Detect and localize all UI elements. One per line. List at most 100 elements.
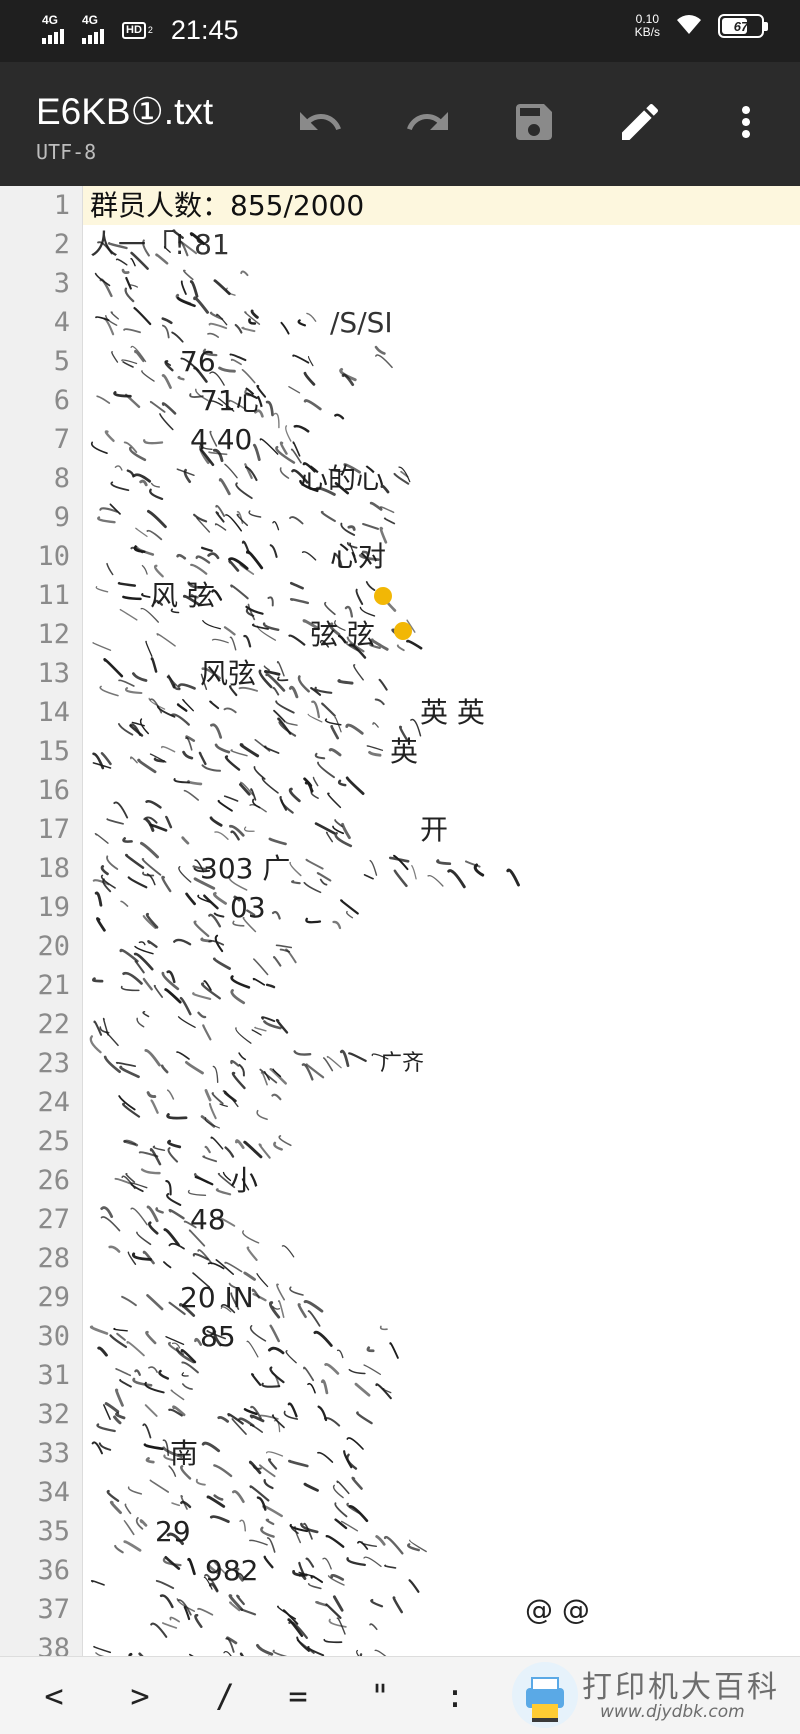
garbled-stroke	[238, 1052, 247, 1061]
line-35-text[interactable]: 29	[155, 1512, 191, 1551]
line-10-text[interactable]: 心对	[330, 537, 386, 576]
garbled-stroke	[337, 779, 347, 787]
garbled-stroke	[351, 1476, 363, 1490]
garbled-stroke	[383, 1535, 404, 1555]
garbled-stroke	[116, 1332, 126, 1341]
garbled-stroke	[307, 713, 323, 723]
garbled-stroke	[400, 470, 409, 478]
garbled-stroke	[239, 563, 255, 575]
garbled-stroke	[236, 513, 249, 527]
line-37-text[interactable]: @ @	[525, 1590, 590, 1629]
line-26-text[interactable]: 小	[230, 1161, 258, 1200]
line-29-text[interactable]: 20 IN	[180, 1278, 254, 1317]
garbled-stroke	[330, 724, 340, 740]
line-18-text[interactable]: 303 广	[200, 849, 290, 888]
garbled-stroke	[324, 601, 336, 616]
line-number: 18	[37, 853, 70, 884]
garbled-stroke	[303, 371, 316, 386]
line-17-text[interactable]: 开	[420, 810, 448, 849]
file-encoding[interactable]: UTF-8	[36, 140, 96, 164]
garbled-stroke	[115, 1368, 132, 1377]
line-13-text[interactable]: 风弦	[200, 654, 256, 693]
garbled-stroke	[164, 360, 172, 366]
garbled-stroke	[130, 345, 147, 363]
garbled-stroke	[243, 634, 252, 648]
garbled-stroke	[149, 698, 163, 714]
symbol-key[interactable]: >	[110, 1667, 170, 1725]
line-4-text[interactable]: /S/SI	[330, 303, 393, 342]
garbled-stroke	[148, 1366, 158, 1373]
symbol-key[interactable]: :	[425, 1667, 485, 1725]
garbled-stroke	[129, 1182, 148, 1189]
emoji-mark	[394, 622, 412, 640]
symbol-key[interactable]: =	[268, 1667, 328, 1725]
garbled-stroke	[345, 776, 365, 796]
line-6-text[interactable]: 71心	[200, 381, 264, 420]
garbled-stroke	[263, 665, 270, 671]
garbled-stroke	[165, 1180, 172, 1196]
garbled-stroke	[305, 1063, 325, 1079]
garbled-stroke	[348, 1368, 366, 1375]
save-button[interactable]	[502, 90, 566, 154]
garbled-stroke	[211, 638, 229, 644]
garbled-stroke	[228, 557, 249, 570]
symbol-key[interactable]: <	[24, 1667, 84, 1725]
garbled-stroke	[473, 863, 485, 877]
garbled-stroke	[121, 268, 130, 274]
garbled-stroke	[280, 799, 294, 814]
line-27-text[interactable]: 48	[190, 1200, 226, 1239]
garbled-stroke	[346, 1557, 366, 1567]
line-30-text[interactable]: 85	[200, 1317, 236, 1356]
garbled-stroke	[263, 1071, 271, 1081]
garbled-stroke	[92, 642, 112, 651]
garbled-stroke	[225, 287, 236, 296]
garbled-stroke	[92, 762, 112, 769]
symbol-key[interactable]: "	[350, 1667, 410, 1725]
garbled-stroke	[123, 1139, 139, 1147]
line-12-text[interactable]: 弦 弦	[310, 615, 375, 654]
more-options-button[interactable]	[714, 90, 778, 154]
symbol-key[interactable]: /	[195, 1667, 255, 1725]
garbled-stroke	[127, 1486, 143, 1495]
line-33-text[interactable]: 南	[170, 1434, 198, 1473]
line-2-text[interactable]: 人一「! 81	[90, 225, 230, 264]
line-8-text[interactable]: 心的心	[300, 459, 384, 498]
garbled-stroke	[262, 1504, 283, 1518]
garbled-stroke	[244, 463, 253, 480]
text-editor[interactable]: 1 2 3 4 5 6 7 8 9 10 11 12 13 14 15 16 17 18 19 20 21 22 23 24 2…	[0, 186, 800, 1656]
line-5-text[interactable]: 76	[180, 342, 216, 381]
garbled-stroke	[97, 1346, 108, 1357]
line-11-text[interactable]: 风 弦	[150, 576, 215, 615]
garbled-stroke	[230, 584, 249, 600]
garbled-stroke	[285, 721, 298, 726]
line-number: 35	[37, 1516, 70, 1547]
garbled-stroke	[307, 1310, 321, 1327]
garbled-stroke	[383, 517, 396, 525]
line-19-text[interactable]: 03	[230, 888, 266, 927]
line-number: 23	[37, 1048, 70, 1079]
line-number: 17	[37, 814, 70, 845]
garbled-stroke	[271, 1093, 282, 1101]
line-36-text[interactable]: 982	[205, 1551, 258, 1590]
garbled-stroke	[258, 1464, 276, 1478]
line-15-text[interactable]: 英	[390, 732, 418, 771]
line-14-text[interactable]: 英 英	[420, 693, 485, 732]
line-7-text[interactable]: 4 40	[190, 420, 252, 459]
garbled-stroke	[327, 1575, 345, 1586]
garbled-stroke	[165, 815, 173, 829]
line-1-text[interactable]: 群员人数：855/2000	[90, 186, 364, 225]
garbled-stroke	[269, 1366, 285, 1384]
redo-button[interactable]	[396, 90, 460, 154]
garbled-stroke	[277, 676, 289, 682]
line-23-text[interactable]: 广齐	[380, 1044, 424, 1083]
garbled-stroke	[301, 551, 317, 561]
garbled-stroke	[207, 552, 220, 560]
watermark-text: 打印机大百科	[582, 1670, 780, 1705]
garbled-stroke	[167, 1341, 185, 1356]
garbled-stroke	[290, 1526, 299, 1535]
garbled-stroke	[271, 1414, 285, 1429]
garbled-stroke	[334, 1502, 348, 1518]
edit-button[interactable]	[608, 90, 672, 154]
undo-button[interactable]	[288, 90, 352, 154]
garbled-stroke	[182, 269, 194, 281]
